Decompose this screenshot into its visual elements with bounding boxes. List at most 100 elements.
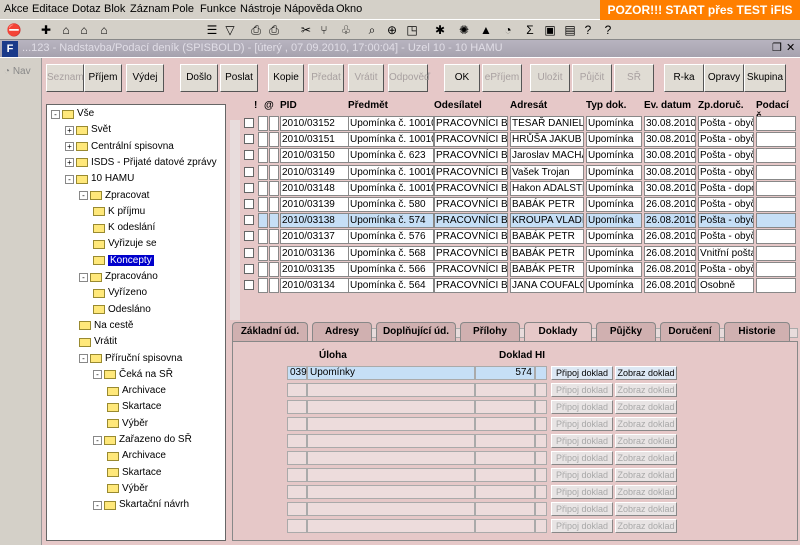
doklad-uloha[interactable] (307, 400, 475, 414)
header-predmet[interactable]: Předmět (348, 100, 388, 111)
menu-item-3[interactable]: Blok (104, 3, 125, 15)
cell-datum[interactable]: 30.08.2010 (644, 116, 696, 131)
button-1[interactable]: Příjem (84, 64, 122, 92)
pie-icon[interactable]: ◔ (500, 22, 516, 38)
tree-node[interactable]: Archivace (107, 449, 166, 465)
doklad-code[interactable] (287, 417, 307, 431)
cell-zp[interactable]: Osobně (698, 278, 754, 293)
cell-adresat[interactable]: HRŮŠA JAKUB (510, 132, 584, 148)
attach-document-button[interactable]: Připoj doklad (551, 519, 613, 533)
cell-typ[interactable]: Upomínka (586, 213, 642, 229)
printer-icon[interactable]: ⎙ (266, 22, 282, 38)
scissors-icon[interactable]: ✂ (298, 22, 314, 38)
home-icon[interactable]: ⌂ (58, 22, 74, 38)
cell-odesilatel[interactable]: PRACOVNÍCI BBM (434, 229, 508, 245)
doklad-row[interactable]: 039 Upomínky 574 Připoj doklad Zobraz doklad (233, 366, 799, 381)
cell-datum[interactable]: 30.08.2010 (644, 148, 696, 164)
button-2[interactable]: Výdej (126, 64, 164, 92)
doklad-row[interactable]: Připoj doklad Zobraz doklad (233, 468, 799, 483)
doklad-uloha[interactable] (307, 383, 475, 397)
cell-typ[interactable]: Upomínka (586, 278, 642, 293)
home-edit-icon[interactable]: ⌂ (76, 22, 92, 38)
expand-toggle-icon[interactable]: - (79, 272, 88, 282)
table-row[interactable]: 2010/03148Upomínka č. 10010002PRACOVNÍCI… (228, 180, 798, 197)
button-10[interactable]: ePříjem (482, 64, 522, 92)
cell-typ[interactable]: Upomínka (586, 180, 642, 196)
cell-pid[interactable]: 2010/03138 (280, 213, 350, 229)
cell-odesilatel[interactable]: PRACOVNÍCI BBM (434, 180, 508, 196)
add-icon[interactable]: ✚ (38, 22, 54, 38)
tree-node[interactable]: Vrátit (79, 335, 117, 351)
tab-1[interactable]: Adresy (312, 322, 372, 342)
doklad-hi[interactable] (535, 383, 547, 397)
button-16[interactable]: Skupina (744, 64, 786, 92)
button-11[interactable]: Uložit (530, 64, 570, 92)
cell-zp[interactable]: Pošta - obyče (698, 116, 754, 131)
attach-document-button[interactable]: Připoj doklad (551, 502, 613, 516)
doklad-code[interactable] (287, 468, 307, 482)
doklad-hi[interactable] (535, 366, 547, 380)
expand-toggle-icon[interactable]: + (65, 158, 74, 168)
table-row[interactable]: 2010/03152Upomínka č. 10010007PRACOVNÍCI… (228, 116, 798, 132)
button-9[interactable]: OK (444, 64, 480, 92)
button-6[interactable]: Předat (308, 64, 344, 92)
tab-5[interactable]: Půjčky (596, 322, 656, 342)
row-checkbox[interactable] (244, 118, 254, 128)
help-icon[interactable]: ? (580, 22, 596, 38)
tree-node[interactable]: Výběr (107, 482, 148, 498)
cell-odesilatel[interactable]: PRACOVNÍCI BBM (434, 116, 508, 131)
cell-odesilatel[interactable]: PRACOVNÍCI BBM (434, 164, 508, 180)
doklad-hi[interactable] (535, 519, 547, 533)
attach-document-button[interactable]: Připoj doklad (551, 400, 613, 414)
tree-node[interactable]: - 10 HAMU (65, 172, 134, 188)
cell-adresat[interactable]: JANA COUFALOV (510, 278, 584, 293)
doklad-number[interactable] (475, 417, 535, 431)
tree-node[interactable]: Výběr (107, 417, 148, 433)
expand-toggle-icon[interactable]: - (93, 500, 102, 510)
show-document-button[interactable]: Zobraz doklad (615, 502, 677, 516)
row-checkbox[interactable] (244, 150, 254, 161)
cell-podaci[interactable] (756, 229, 796, 245)
restore-icon[interactable]: ❐ (772, 41, 782, 54)
cell-zp[interactable]: Pošta - obyče (698, 164, 754, 180)
show-document-button[interactable]: Zobraz doklad (615, 366, 677, 380)
doklad-code[interactable] (287, 519, 307, 533)
fork-icon[interactable]: ⑂ (316, 22, 332, 38)
show-document-button[interactable]: Zobraz doklad (615, 417, 677, 431)
doklad-uloha[interactable] (307, 468, 475, 482)
cell-pid[interactable]: 2010/03149 (280, 164, 350, 180)
menu-item-4[interactable]: Záznam (130, 3, 170, 15)
filter-icon[interactable]: ▽ (222, 22, 238, 38)
cell-adresat[interactable]: BABÁK PETR (510, 261, 584, 277)
menu-item-2[interactable]: Dotaz (72, 3, 101, 15)
attach-document-button[interactable]: Připoj doklad (551, 366, 613, 380)
cell-odesilatel[interactable]: PRACOVNÍCI BBM (434, 213, 508, 229)
button-12[interactable]: Půjčit (572, 64, 612, 92)
cell-zp[interactable]: Pošta - obyče (698, 197, 754, 212)
doklad-hi[interactable] (535, 434, 547, 448)
tree-node[interactable]: Skartace (107, 400, 161, 416)
tree-node[interactable]: + ISDS - Přijaté datové zprávy (65, 156, 217, 172)
menu-item-9[interactable]: Okno (336, 3, 362, 15)
doklad-number[interactable]: 574 (475, 366, 535, 380)
cell-adresat[interactable]: BABÁK PETR (510, 245, 584, 261)
cell-podaci[interactable] (756, 164, 796, 180)
doklad-number[interactable] (475, 468, 535, 482)
doklad-number[interactable] (475, 383, 535, 397)
nav-toggle[interactable]: ◔ Nav (4, 66, 31, 77)
row-checkbox[interactable] (244, 166, 254, 177)
cell-typ[interactable]: Upomínka (586, 197, 642, 212)
tab-7[interactable]: Historie (724, 322, 790, 342)
cell-typ[interactable]: Upomínka (586, 245, 642, 261)
tree-node[interactable]: - Zpracováno (79, 270, 158, 286)
print-icon[interactable]: ⎙ (248, 22, 264, 38)
cell-pid[interactable]: 2010/03152 (280, 116, 350, 131)
cell-predmet[interactable]: Upomínka č. 10010005 (348, 132, 434, 148)
doklad-uloha[interactable] (307, 502, 475, 516)
row-checkbox[interactable] (244, 134, 254, 145)
cell-pid[interactable]: 2010/03139 (280, 197, 350, 212)
doklad-row[interactable]: Připoj doklad Zobraz doklad (233, 383, 799, 398)
doklad-code[interactable] (287, 434, 307, 448)
attach-document-button[interactable]: Připoj doklad (551, 451, 613, 465)
cell-podaci[interactable] (756, 261, 796, 277)
